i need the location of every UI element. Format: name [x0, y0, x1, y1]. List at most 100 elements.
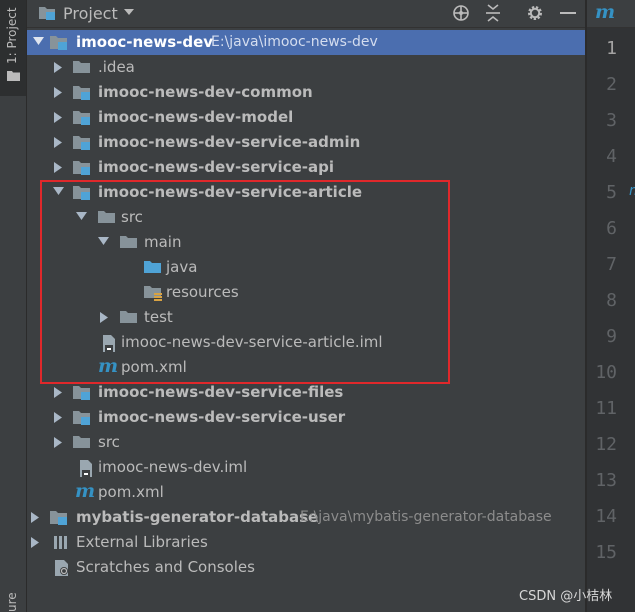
editor-tab[interactable]: m — [587, 0, 635, 28]
tree-row-file[interactable]: imooc-news-dev.iml — [27, 455, 585, 480]
chevron-down-icon[interactable] — [53, 187, 64, 197]
module-folder-icon — [50, 36, 67, 50]
tree-row-label: java — [166, 258, 198, 276]
chevron-right-icon[interactable] — [54, 137, 63, 148]
chevron-right-icon[interactable] — [54, 412, 63, 423]
chevron-down-icon[interactable] — [124, 9, 134, 16]
folder-icon — [120, 311, 137, 323]
tree-row-module[interactable]: imooc-news-dev-model — [27, 105, 585, 130]
tree-row-module[interactable]: imooc-news-dev-service-admin — [27, 130, 585, 155]
project-folder-icon — [39, 7, 55, 20]
module-folder-icon — [73, 186, 90, 200]
line-number: 14 — [595, 506, 617, 527]
minimize-icon[interactable] — [560, 12, 576, 15]
line-number: 8 — [606, 290, 617, 311]
tree-row-module[interactable]: imooc-news-dev-service-files — [27, 380, 585, 405]
tree-row-label: imooc-news-dev-service-article.iml — [121, 333, 383, 351]
chevron-right-icon[interactable] — [54, 112, 63, 123]
tree-row-folder[interactable]: src — [27, 430, 585, 455]
tree-row-root-module[interactable]: mybatis-generator-database E:\java\mybat… — [27, 505, 585, 530]
tree-row-label: .idea — [98, 58, 135, 76]
tree-row-label: mybatis-generator-database — [76, 508, 319, 526]
folder-icon — [98, 211, 115, 223]
tree-row-label: imooc-news-dev — [76, 33, 214, 51]
tree-row-label: test — [144, 308, 173, 326]
tree-row-module[interactable]: imooc-news-dev-common — [27, 80, 585, 105]
tree-row-libraries[interactable]: External Libraries — [27, 530, 585, 555]
line-number: 1 — [606, 38, 617, 59]
tree-row-label: imooc-news-dev-service-admin — [98, 133, 361, 151]
line-number: 11 — [595, 398, 617, 419]
maven-pom-icon: m — [98, 355, 119, 377]
tree-row-module[interactable]: imooc-news-dev-service-api — [27, 155, 585, 180]
tree-row-label: main — [144, 233, 182, 251]
folder-icon — [120, 236, 137, 248]
tree-row-path: E:\java\imooc-news-dev — [211, 34, 378, 50]
tree-row-module[interactable]: imooc-news-dev-service-article — [27, 180, 585, 205]
collapse-icon[interactable] — [485, 4, 501, 22]
project-view-title[interactable]: Project — [63, 4, 118, 23]
tree-row-label: imooc-news-dev.iml — [98, 458, 248, 476]
project-header: Project — [27, 0, 585, 28]
tree-row-label: Scratches and Consoles — [76, 558, 255, 576]
tree-row-file[interactable]: imooc-news-dev-service-article.iml — [27, 330, 585, 355]
iml-file-icon — [103, 335, 115, 352]
chevron-right-icon[interactable] — [54, 162, 63, 173]
tree-row-source-folder[interactable]: java — [27, 255, 585, 280]
tree-row-file[interactable]: m pom.xml — [27, 355, 585, 380]
chevron-right-icon[interactable] — [31, 512, 40, 523]
tree-row-folder[interactable]: main — [27, 230, 585, 255]
line-number: 10 — [595, 362, 617, 383]
tree-row-label: src — [121, 208, 143, 226]
tree-row-resources-folder[interactable]: resources — [27, 280, 585, 305]
module-folder-icon — [50, 511, 67, 525]
library-icon — [54, 536, 67, 549]
tree-row-path: E:\java\mybatis-generator-database — [300, 509, 552, 525]
folder-icon — [73, 436, 90, 448]
chevron-right-icon[interactable] — [54, 437, 63, 448]
line-number: 2 — [606, 74, 617, 95]
module-folder-icon — [73, 386, 90, 400]
tree-row-label: imooc-news-dev-service-api — [98, 158, 334, 176]
module-folder-icon — [73, 86, 90, 100]
chevron-down-icon[interactable] — [98, 237, 109, 247]
line-number: 3 — [606, 110, 617, 131]
resources-folder-icon — [144, 286, 162, 301]
module-folder-icon — [73, 411, 90, 425]
tree-row-label: imooc-news-dev-common — [98, 83, 313, 101]
chevron-down-icon[interactable] — [33, 37, 44, 47]
tree-row-label: pom.xml — [121, 358, 187, 376]
tree-row-label: imooc-news-dev-service-article — [98, 183, 363, 201]
scratches-icon — [55, 560, 68, 576]
maven-pom-icon: m — [75, 480, 96, 502]
globe-icon[interactable] — [452, 4, 470, 22]
chevron-right-icon[interactable] — [54, 87, 63, 98]
line-number: 13 — [595, 470, 617, 491]
project-tool-window-tab[interactable]: 1: Project — [0, 0, 26, 96]
tree-row-folder[interactable]: test — [27, 305, 585, 330]
tree-row-root-module[interactable]: imooc-news-dev E:\java\imooc-news-dev — [27, 30, 585, 55]
tree-row-folder[interactable]: .idea — [27, 55, 585, 80]
line-number: 12 — [595, 434, 617, 455]
tree-row-label: imooc-news-dev-service-files — [98, 383, 344, 401]
structure-tool-window-label[interactable]: ure — [5, 592, 19, 612]
chevron-right-icon[interactable] — [31, 537, 40, 548]
tree-row-folder[interactable]: src — [27, 205, 585, 230]
tree-row-file[interactable]: m pom.xml — [27, 480, 585, 505]
chevron-right-icon[interactable] — [54, 62, 63, 73]
tree-row-scratches[interactable]: Scratches and Consoles — [27, 555, 585, 580]
line-number: 4 — [606, 146, 617, 167]
chevron-right-icon[interactable] — [100, 312, 109, 323]
chevron-down-icon[interactable] — [76, 212, 87, 222]
watermark: CSDN @小桔林 — [519, 589, 613, 604]
chevron-right-icon[interactable] — [54, 387, 63, 398]
tree-row-module[interactable]: imooc-news-dev-service-user — [27, 405, 585, 430]
gear-icon[interactable] — [526, 4, 544, 22]
tree-row-label: imooc-news-dev-service-user — [98, 408, 346, 426]
line-number: 15 — [595, 542, 617, 563]
module-folder-icon — [73, 161, 90, 175]
folder-icon — [7, 71, 20, 81]
line-number: 6 — [606, 218, 617, 239]
tree-row-label: pom.xml — [98, 483, 164, 501]
project-tool-window-label: 1: Project — [5, 7, 19, 64]
